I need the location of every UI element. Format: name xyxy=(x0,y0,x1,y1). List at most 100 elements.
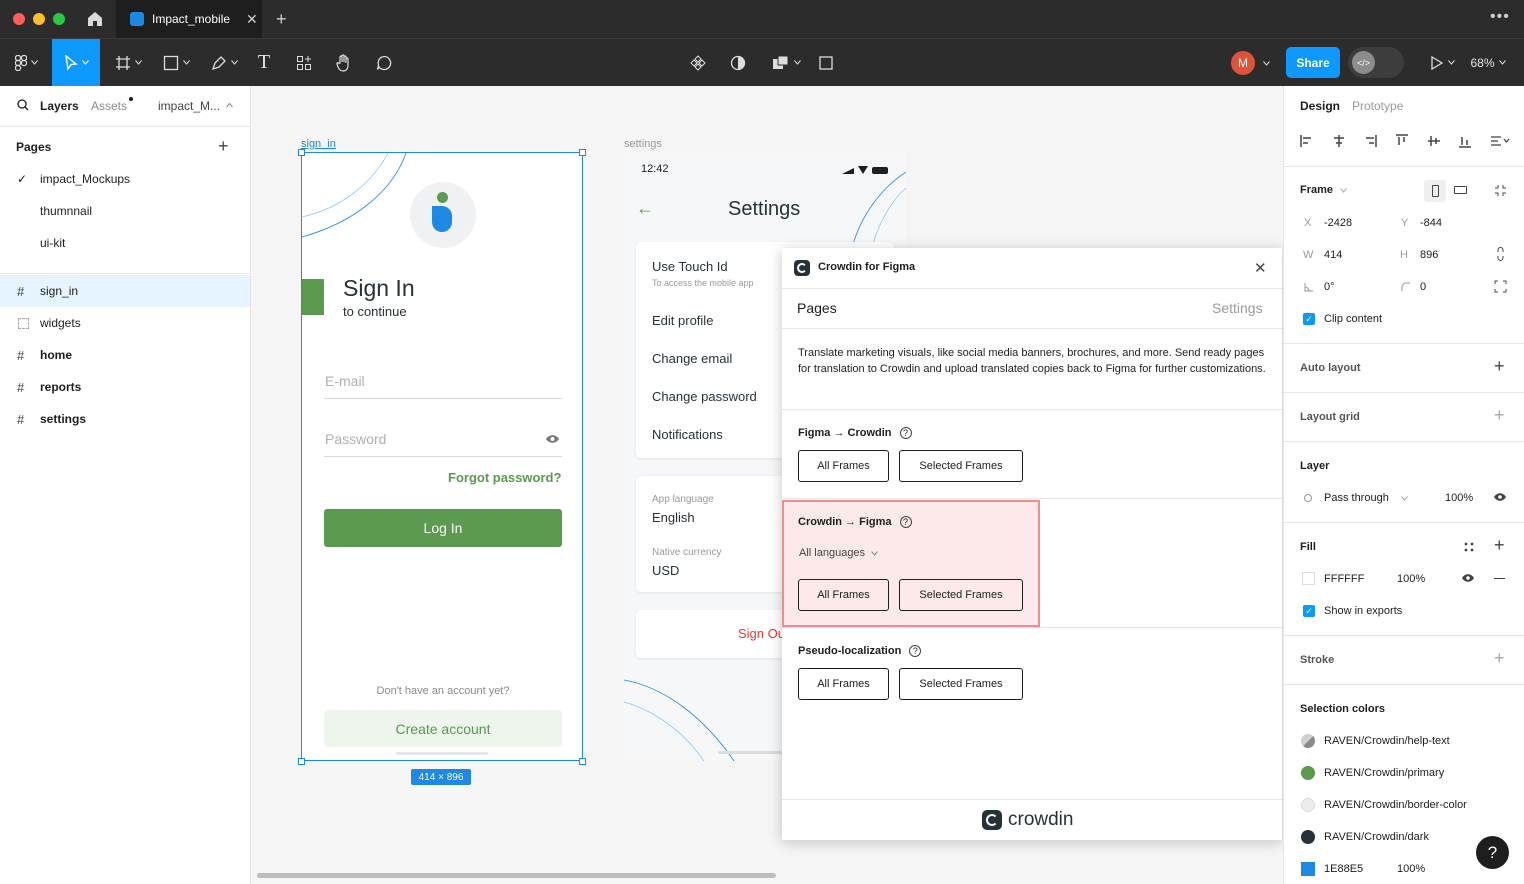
page-item[interactable]: ✓ impact_Mockups xyxy=(0,163,250,195)
currency-value[interactable]: USD xyxy=(652,563,679,578)
close-tab-icon[interactable]: ✕ xyxy=(246,11,258,28)
assets-tab[interactable]: Assets xyxy=(91,99,127,113)
independent-corners-icon[interactable] xyxy=(1494,280,1507,293)
align-bottom-icon[interactable] xyxy=(1458,134,1472,148)
change-password-item[interactable]: Change password xyxy=(652,389,757,404)
align-left-icon[interactable] xyxy=(1300,134,1314,148)
zoom-dropdown[interactable]: 68% xyxy=(1466,39,1510,86)
layer-opacity-input[interactable]: 100% xyxy=(1445,492,1473,504)
file-tab[interactable]: Impact_mobile ✕ xyxy=(116,0,262,38)
help-button[interactable]: ? xyxy=(1476,836,1509,869)
color-swatch-border-color[interactable] xyxy=(1301,798,1315,812)
style-grid-icon[interactable] xyxy=(1463,541,1475,553)
frame-chevron-icon[interactable] xyxy=(1340,188,1347,193)
layer-item-settings[interactable]: # settings xyxy=(0,403,250,435)
close-plugin-icon[interactable]: ✕ xyxy=(1254,259,1267,277)
password-field[interactable]: Password xyxy=(324,417,562,457)
resources-icon[interactable] xyxy=(292,39,316,86)
horizontal-scrollbar[interactable] xyxy=(257,873,776,878)
tab-design[interactable]: Design xyxy=(1300,99,1340,113)
distribute-icon[interactable] xyxy=(1490,134,1510,148)
search-icon[interactable] xyxy=(17,99,29,111)
landscape-icon[interactable] xyxy=(1454,186,1467,194)
fill-opacity-input[interactable]: 100% xyxy=(1397,573,1425,585)
selection-handle[interactable] xyxy=(579,758,586,765)
shape-tool-button[interactable] xyxy=(156,39,196,86)
crowdin-figma-all-frames-button[interactable]: All Frames xyxy=(798,579,889,611)
add-stroke-icon[interactable]: + xyxy=(1494,648,1505,669)
selection-handle[interactable] xyxy=(579,149,586,156)
forgot-password-link[interactable]: Forgot password? xyxy=(448,470,561,485)
email-field[interactable]: E-mail xyxy=(324,359,562,399)
h-input[interactable]: 896 xyxy=(1420,249,1438,261)
rotation-input[interactable]: 0° xyxy=(1324,281,1335,293)
sign-out-button[interactable]: Sign Ou xyxy=(738,626,785,641)
avatar-chevron-icon[interactable] xyxy=(1263,61,1270,66)
y-input[interactable]: -844 xyxy=(1420,217,1442,229)
align-top-icon[interactable] xyxy=(1395,134,1409,148)
frame-label-settings[interactable]: settings xyxy=(624,138,662,150)
show-in-exports-checkbox[interactable]: ✓ xyxy=(1303,605,1315,617)
change-email-item[interactable]: Change email xyxy=(652,351,732,366)
move-tool-button[interactable] xyxy=(52,39,100,86)
present-button[interactable] xyxy=(1424,39,1460,86)
selection-handle[interactable] xyxy=(298,758,305,765)
fill-color-swatch[interactable] xyxy=(1302,572,1315,585)
w-input[interactable]: 414 xyxy=(1324,249,1342,261)
selection-color-name[interactable]: RAVEN/Crowdin/dark xyxy=(1324,831,1429,843)
create-account-button[interactable]: Create account xyxy=(324,710,562,747)
share-button[interactable]: Share xyxy=(1286,47,1340,78)
close-window-button[interactable] xyxy=(13,13,25,25)
minimize-window-button[interactable] xyxy=(33,13,45,25)
new-tab-icon[interactable]: + xyxy=(276,9,287,30)
clip-content-checkbox[interactable]: ✓ xyxy=(1303,313,1315,325)
dev-mode-toggle[interactable]: </> xyxy=(1348,47,1404,78)
selection-color-name[interactable]: RAVEN/Crowdin/primary xyxy=(1324,767,1444,779)
file-page-dropdown[interactable]: impact_M... xyxy=(158,99,220,113)
x-input[interactable]: -2428 xyxy=(1324,217,1352,229)
selection-color-name[interactable]: RAVEN/Crowdin/border-color xyxy=(1324,799,1467,811)
text-tool-icon[interactable]: T xyxy=(252,39,276,86)
help-icon[interactable]: ? xyxy=(909,645,922,657)
align-right-icon[interactable] xyxy=(1363,134,1378,148)
resize-to-fit-icon[interactable] xyxy=(1494,184,1507,197)
constrain-proportions-icon[interactable] xyxy=(1496,247,1505,261)
layer-item-sign-in[interactable]: # sign_in xyxy=(0,275,250,307)
notifications-item[interactable]: Notifications xyxy=(652,427,723,442)
selection-color-opacity[interactable]: 100% xyxy=(1397,863,1425,875)
pen-tool-button[interactable] xyxy=(204,39,244,86)
tab-settings[interactable]: Settings xyxy=(1212,300,1263,316)
boolean-ops-button[interactable] xyxy=(766,39,806,86)
languages-dropdown[interactable]: All languages xyxy=(799,547,878,559)
tab-prototype[interactable]: Prototype xyxy=(1352,99,1403,113)
touch-id-label[interactable]: Use Touch Id xyxy=(652,259,728,274)
eye-icon[interactable] xyxy=(545,434,560,444)
pseudo-all-frames-button[interactable]: All Frames xyxy=(798,668,889,700)
maximize-window-button[interactable] xyxy=(53,13,65,25)
fill-hex-input[interactable]: FFFFFF xyxy=(1324,573,1364,585)
add-page-icon[interactable]: + xyxy=(218,136,229,157)
sign-in-frame[interactable]: Sign In to continue E-mail Password Forg… xyxy=(301,152,583,761)
more-options-icon[interactable]: ••• xyxy=(1490,8,1510,26)
color-swatch-primary[interactable] xyxy=(1301,766,1315,780)
hand-tool-icon[interactable] xyxy=(332,39,356,86)
add-auto-layout-icon[interactable]: + xyxy=(1494,356,1505,377)
remove-fill-icon[interactable] xyxy=(1494,578,1505,579)
add-fill-icon[interactable]: + xyxy=(1494,535,1505,556)
home-icon[interactable] xyxy=(86,10,104,28)
selection-handle[interactable] xyxy=(298,149,305,156)
fill-visibility-eye-icon[interactable] xyxy=(1461,573,1475,583)
help-icon[interactable]: ? xyxy=(899,427,912,439)
color-swatch-dark[interactable] xyxy=(1301,830,1315,844)
color-swatch-blue[interactable] xyxy=(1301,862,1315,876)
blend-mode-dropdown[interactable]: Pass through xyxy=(1324,492,1389,504)
align-center-v-icon[interactable] xyxy=(1427,134,1441,148)
edit-profile-item[interactable]: Edit profile xyxy=(652,313,713,328)
layer-item-home[interactable]: # home xyxy=(0,339,250,371)
align-center-h-icon[interactable] xyxy=(1332,134,1346,148)
layer-item-reports[interactable]: # reports xyxy=(0,371,250,403)
components-icon[interactable] xyxy=(686,39,710,86)
app-language-value[interactable]: English xyxy=(652,510,695,525)
layers-tab[interactable]: Layers xyxy=(40,99,79,113)
frame-tool-button[interactable] xyxy=(108,39,148,86)
